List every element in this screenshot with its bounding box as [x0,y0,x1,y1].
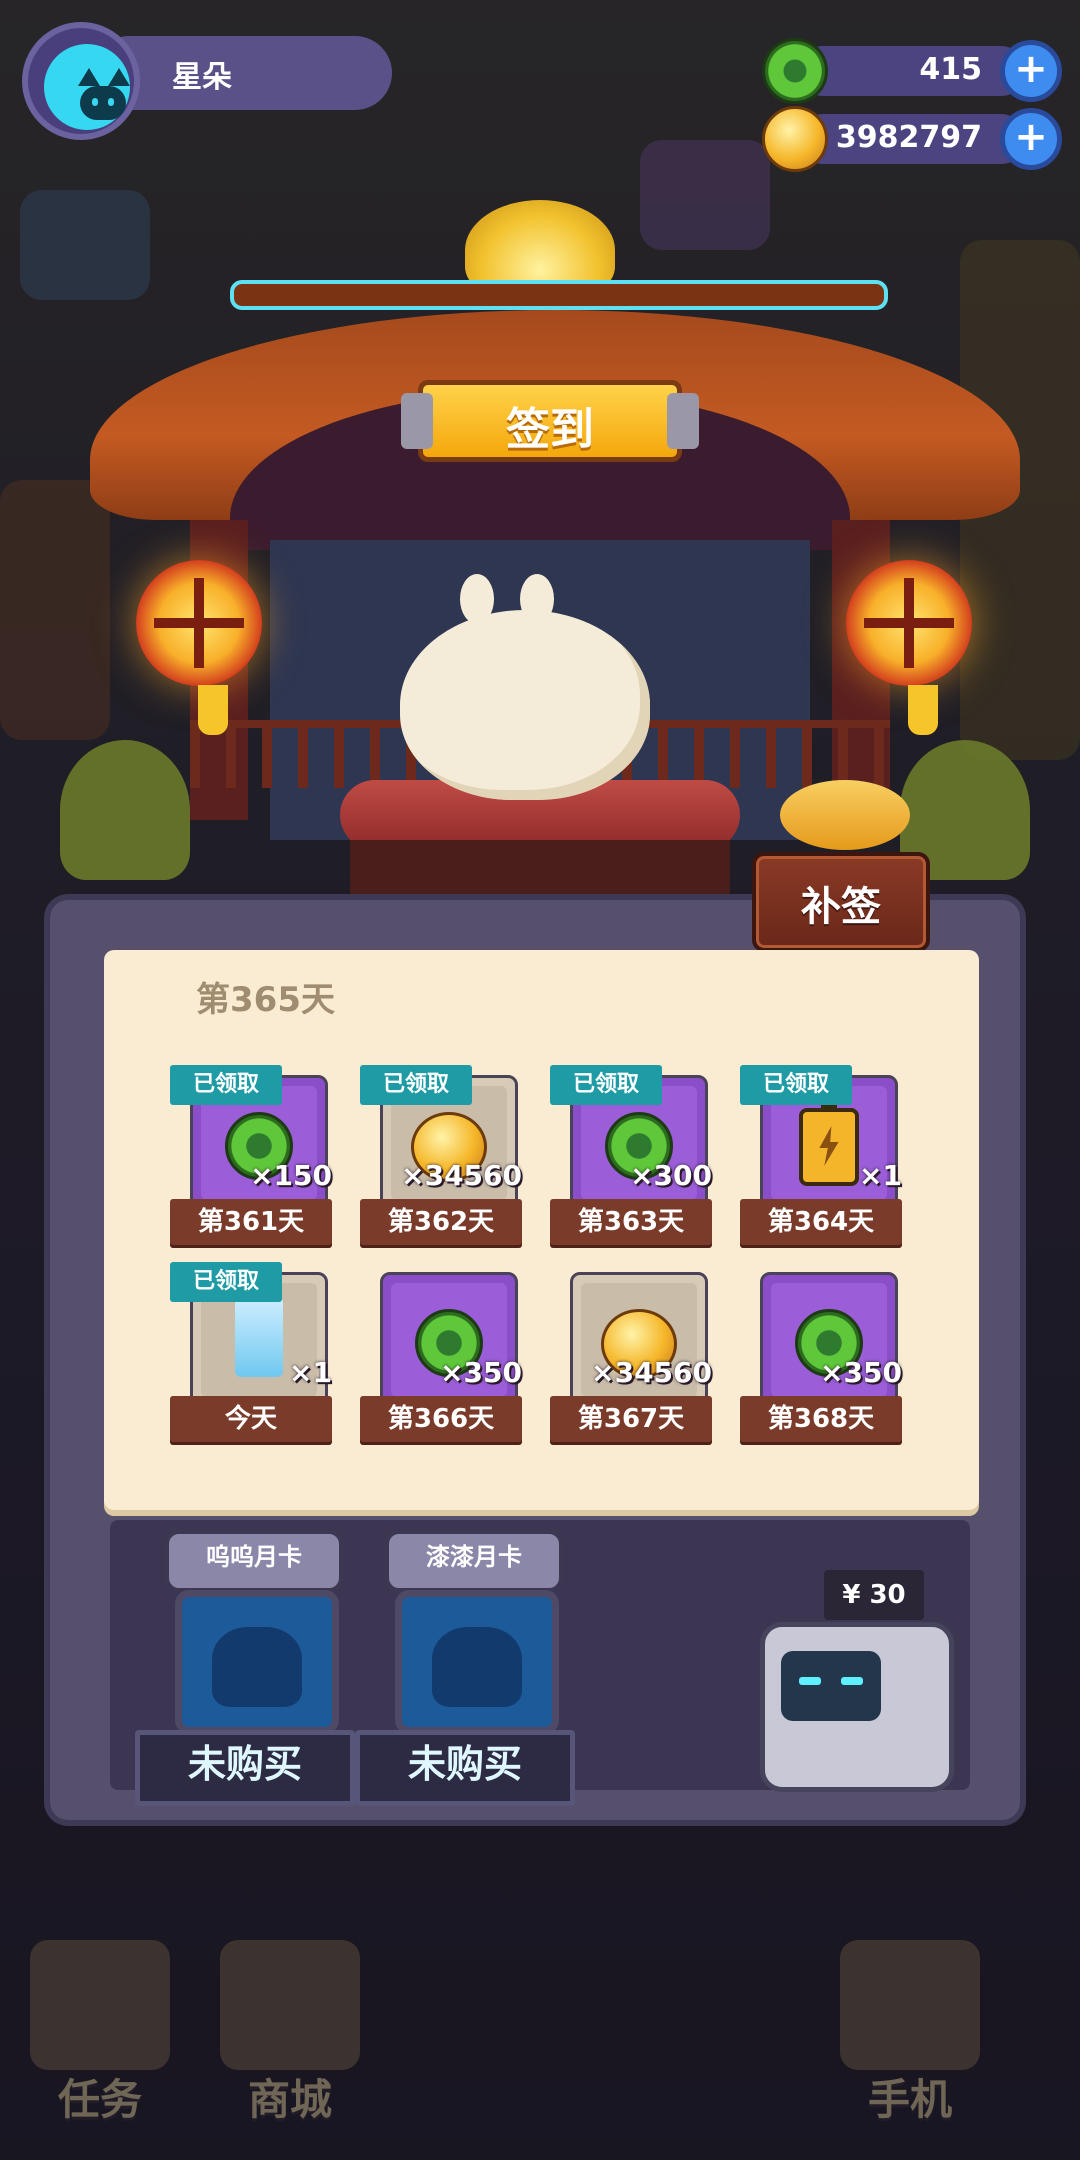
green-coin-count: 415 [919,52,982,87]
robot-face-icon [781,1651,881,1721]
lantern-left-icon [136,560,262,686]
checkin-sign-text: 签到 [506,404,594,455]
day-label: 第367天 [550,1396,712,1442]
reward-qty: ×150 [250,1159,332,1192]
claimed-badge: 已领取 [550,1065,662,1105]
reward-qty: ×350 [440,1356,522,1389]
buy-monthly-card-button[interactable]: 未购买 [135,1730,355,1806]
current-day-title: 第365天 [196,980,335,1020]
monthly-card-qiqi[interactable]: 漆漆月卡 未购买 [355,1530,575,1820]
mascot-character [400,574,650,800]
phone-icon [840,1940,980,2070]
claimed-badge: 已领取 [170,1262,282,1302]
nav-shop[interactable]: 商城 [210,1940,370,2140]
nav-phone-label: 手机 [867,2075,952,2124]
reward-qty: ×1 [859,1159,902,1192]
shrine-illustration: 签到 [0,180,1080,900]
monthly-card-name: 漆漆月卡 [385,1530,563,1592]
claimed-badge: 已领取 [170,1065,282,1105]
reward-qty: ×350 [820,1356,902,1389]
day-label: 第362天 [360,1199,522,1245]
vending-robot[interactable]: ¥ 30 [760,1570,956,1792]
waterfall-decor-icon [235,1297,283,1377]
day-label: 第364天 [740,1199,902,1245]
day-label: 第366天 [360,1396,522,1442]
vending-price: ¥ 30 [824,1570,924,1620]
claimed-badge: 已领取 [740,1065,852,1105]
reward-qty: ×34560 [401,1159,522,1192]
battery-icon [799,1100,859,1186]
day-label: 今天 [170,1396,332,1442]
shop-icon [220,1940,360,2070]
reward-qty: ×34560 [591,1356,712,1389]
day-card-368[interactable]: ×350 第368天 [740,1262,908,1442]
nav-tasks-label: 任务 [57,2075,142,2124]
currency-gold: 3982797 + [762,106,1062,172]
cat-silhouette-icon [432,1627,522,1707]
gold-coin-icon [762,106,828,172]
lantern-right-icon [846,560,972,686]
golden-fish-icon [780,780,910,850]
add-gold-coin-button[interactable]: + [1000,108,1062,170]
gold-coin-count: 3982797 [835,120,982,155]
profile-name: 星朵 [172,60,232,95]
day-label: 第361天 [170,1199,332,1245]
flowers-left [60,740,190,880]
day-card-366[interactable]: ×350 第366天 [360,1262,528,1442]
day-card-361[interactable]: ×150 第361天 已领取 [170,1065,338,1245]
resign-button[interactable]: 补签 [752,852,930,952]
cat-avatar-icon [44,44,130,130]
nav-shop-label: 商城 [247,2075,332,2124]
monthly-card-name: 呜呜月卡 [165,1530,343,1592]
day-label: 第363天 [550,1199,712,1245]
add-green-coin-button[interactable]: + [1000,40,1062,102]
cat-silhouette-icon [212,1627,302,1707]
day-card-367[interactable]: ×34560 第367天 [550,1262,718,1442]
nav-phone[interactable]: 手机 [830,1940,990,2140]
task-book-icon [30,1940,170,2070]
green-coin-icon [762,38,828,104]
claimed-badge: 已领取 [360,1065,472,1105]
currency-green: 415 + [762,38,1062,104]
day-card-today[interactable]: ×1 今天 已领取 [170,1262,338,1442]
day-card-364[interactable]: ×1 第364天 已领取 [740,1065,908,1245]
nav-tasks[interactable]: 任务 [20,1940,180,2140]
monthly-card-wuwu[interactable]: 呜呜月卡 未购买 [135,1530,355,1820]
avatar[interactable] [22,22,140,140]
reward-qty: ×300 [630,1159,712,1192]
reward-qty: ×1 [289,1356,332,1389]
resign-button-label: 补签 [801,884,881,930]
day-label: 第368天 [740,1396,902,1442]
buy-monthly-card-button[interactable]: 未购买 [355,1730,575,1806]
profile-widget[interactable]: 星朵 [22,22,392,140]
checkin-sign: 签到 [401,380,699,462]
day-card-362[interactable]: ×34560 第362天 已领取 [360,1065,528,1245]
day-card-363[interactable]: ×300 第363天 已领取 [550,1065,718,1245]
